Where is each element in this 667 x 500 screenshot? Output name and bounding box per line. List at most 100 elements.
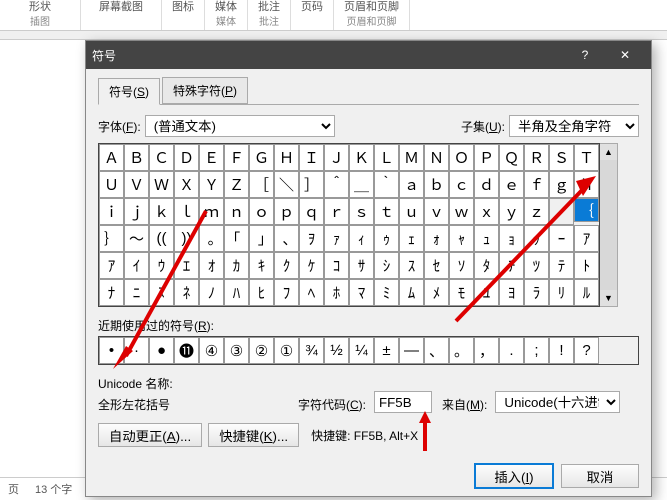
symbol-cell[interactable]: ｡	[199, 225, 224, 252]
symbol-cell[interactable]: ﾂ	[524, 252, 549, 279]
symbol-cell[interactable]: ﾗ	[524, 279, 549, 306]
recent-cell[interactable]: ①	[274, 337, 299, 364]
font-select[interactable]: (普通文本)	[145, 115, 335, 137]
symbol-cell[interactable]: ｑ	[299, 198, 324, 225]
symbol-cell[interactable]: ｧ	[324, 225, 349, 252]
recent-cell[interactable]: ;	[524, 337, 549, 364]
symbol-cell[interactable]: ｱ	[99, 252, 124, 279]
recent-cell[interactable]: ½	[324, 337, 349, 364]
code-input[interactable]	[374, 391, 432, 413]
symbol-cell[interactable]: ｲ	[124, 252, 149, 279]
recent-cell[interactable]: ?	[574, 337, 599, 364]
symbol-cell[interactable]: Ｕ	[99, 171, 124, 198]
symbol-cell[interactable]: ｼ	[374, 252, 399, 279]
shortcut-button[interactable]: 快捷键(K)...	[208, 423, 299, 447]
symbol-cell[interactable]: ﾊ	[224, 279, 249, 306]
symbol-cell[interactable]: Ｖ	[124, 171, 149, 198]
symbol-cell[interactable]: ｬ	[449, 225, 474, 252]
symbol-cell[interactable]: ﾋ	[249, 279, 274, 306]
symbol-cell[interactable]: ﾃ	[549, 252, 574, 279]
symbol-cell[interactable]: ｚ	[524, 198, 549, 225]
symbol-cell[interactable]: ｕ	[399, 198, 424, 225]
symbol-cell[interactable]: ｹ	[299, 252, 324, 279]
symbol-cell[interactable]: ｈ	[574, 171, 599, 198]
symbol-cell[interactable]: ｙ	[499, 198, 524, 225]
recent-cell[interactable]: ③	[224, 337, 249, 364]
recent-cell[interactable]: !	[549, 337, 574, 364]
recent-cell[interactable]: 。	[449, 337, 474, 364]
symbol-cell[interactable]: Ｊ	[324, 144, 349, 171]
symbol-cell[interactable]: ｫ	[424, 225, 449, 252]
symbol-cell[interactable]: ｗ	[449, 198, 474, 225]
symbol-cell[interactable]: Ｇ	[249, 144, 274, 171]
symbol-cell[interactable]: ﾈ	[174, 279, 199, 306]
symbol-cell[interactable]: ))	[174, 225, 199, 252]
symbol-cell[interactable]: ｎ	[224, 198, 249, 225]
recent-cell[interactable]: ④	[199, 337, 224, 364]
symbol-cell[interactable]: ｛	[574, 198, 599, 222]
ribbon-shapes[interactable]: 形状插图	[0, 0, 81, 30]
symbol-cell[interactable]: ｵ	[199, 252, 224, 279]
symbol-cell[interactable]: ｱ	[574, 225, 599, 252]
subset-select[interactable]: 半角及全角字符	[509, 115, 639, 137]
symbol-cell[interactable]: Ｆ	[224, 144, 249, 171]
scroll-track[interactable]	[600, 160, 617, 290]
symbol-cell[interactable]: ｳ	[149, 252, 174, 279]
symbol-cell[interactable]: Ｐ	[474, 144, 499, 171]
symbol-cell[interactable]: ﾖ	[499, 279, 524, 306]
recent-cell[interactable]: .	[499, 337, 524, 364]
symbol-cell[interactable]: ｽ	[399, 252, 424, 279]
symbol-cell[interactable]: Ｘ	[174, 171, 199, 198]
grid-scrollbar[interactable]: ▲ ▼	[600, 143, 618, 307]
symbol-cell[interactable]: ｶ	[224, 252, 249, 279]
recent-cell[interactable]: ·	[124, 337, 149, 364]
symbol-cell[interactable]: Ｒ	[524, 144, 549, 171]
symbol-cell[interactable]: Ｄ	[174, 144, 199, 171]
symbol-cell[interactable]: ﾍ	[299, 279, 324, 306]
symbol-cell[interactable]: ﾇ	[149, 279, 174, 306]
help-button[interactable]: ?	[565, 41, 605, 69]
symbol-cell[interactable]: ｌ	[174, 198, 199, 225]
symbol-cell[interactable]: Ｌ	[374, 144, 399, 171]
recent-cell[interactable]: —	[399, 337, 424, 364]
symbol-cell[interactable]: Ｉ	[299, 144, 324, 171]
symbol-cell[interactable]: ﾏ	[349, 279, 374, 306]
recent-cell[interactable]: ¼	[349, 337, 374, 364]
symbol-cell[interactable]: ～	[124, 225, 149, 252]
symbol-cell[interactable]: ｓ	[349, 198, 374, 225]
symbol-cell[interactable]: ﾙ	[574, 279, 599, 306]
symbol-cell[interactable]: Ｑ	[499, 144, 524, 171]
insert-button[interactable]: 插入(I)	[475, 464, 553, 488]
symbol-cell[interactable]: ］	[299, 171, 324, 198]
ribbon-screenshot[interactable]: 屏幕截图	[81, 0, 162, 30]
symbol-cell[interactable]: ｭ	[474, 225, 499, 252]
symbol-cell[interactable]: ＾	[324, 171, 349, 198]
recent-cell[interactable]: 、	[424, 337, 449, 364]
symbol-cell[interactable]: ｺ	[324, 252, 349, 279]
symbol-cell[interactable]: ＼	[274, 171, 299, 198]
symbol-cell[interactable]: ｐ	[274, 198, 299, 225]
symbol-cell[interactable]: ｏ	[249, 198, 274, 225]
ribbon-comment[interactable]: 批注批注	[248, 0, 291, 30]
symbol-cell[interactable]: Ｗ	[149, 171, 174, 198]
symbol-cell[interactable]: ｩ	[374, 225, 399, 252]
ribbon-icons[interactable]: 图标	[162, 0, 205, 30]
symbol-cell[interactable]: Ｋ	[349, 144, 374, 171]
symbol-cell[interactable]: ｢	[224, 225, 249, 252]
symbol-cell[interactable]: ａ	[399, 171, 424, 198]
scroll-up-icon[interactable]: ▲	[600, 144, 617, 160]
symbol-cell[interactable]: ｯ	[524, 225, 549, 252]
symbol-cell[interactable]: ｀	[374, 171, 399, 198]
symbol-cell[interactable]: ﾘ	[549, 279, 574, 306]
symbol-cell[interactable]: ｰ	[549, 225, 574, 252]
symbol-cell[interactable]: ＿	[349, 171, 374, 198]
symbol-cell[interactable]: ﾀ	[474, 252, 499, 279]
symbol-cell[interactable]: ｴ	[174, 252, 199, 279]
recent-symbols[interactable]: •·●⓫④③②①¾½¼±—、。，.;!?	[98, 336, 639, 365]
symbol-cell[interactable]: ﾑ	[399, 279, 424, 306]
symbol-cell[interactable]: ((	[149, 225, 174, 252]
symbol-cell[interactable]: Ｃ	[149, 144, 174, 171]
symbol-cell[interactable]: ﾐ	[374, 279, 399, 306]
symbol-cell[interactable]: ﾆ	[124, 279, 149, 306]
symbol-cell[interactable]: ｔ	[374, 198, 399, 225]
